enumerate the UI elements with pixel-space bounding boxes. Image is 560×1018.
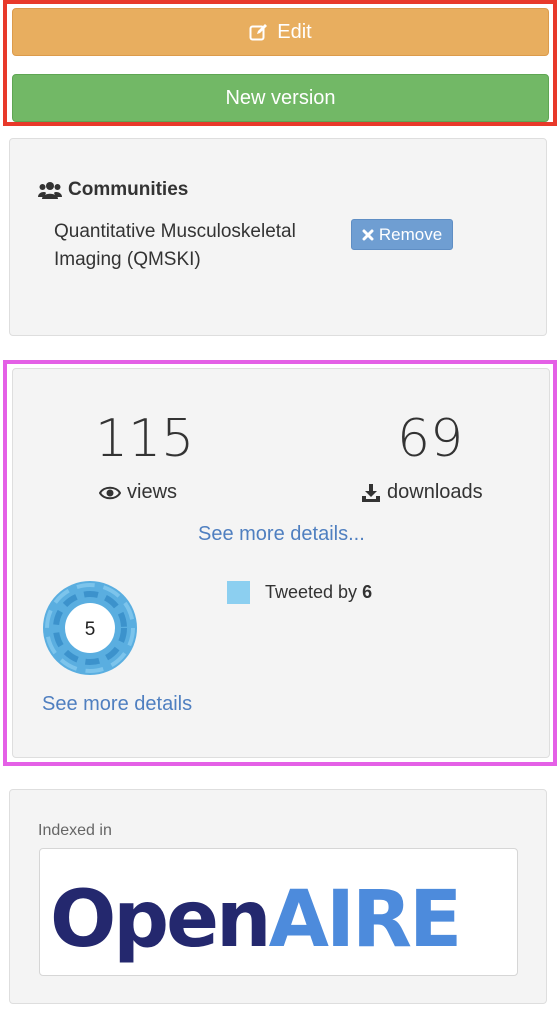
views-label: views — [127, 481, 178, 503]
downloads-label: downloads — [387, 481, 483, 503]
users-icon — [38, 182, 62, 199]
communities-panel: Communities Quantitative Musculoskeletal… — [9, 138, 547, 336]
altmetric-donut-icon: 5 — [43, 581, 137, 675]
communities-title: Communities — [68, 179, 189, 200]
openaire-logo-aire: AIRE — [269, 875, 460, 965]
remove-label: Remove — [378, 224, 443, 244]
indexed-in-label: Indexed in — [38, 822, 112, 839]
communities-heading: Communities — [38, 179, 188, 201]
new-version-button[interactable]: New version — [12, 74, 549, 122]
downloads-label-group: downloads — [361, 481, 483, 504]
altmetric-score: 5 — [85, 619, 96, 640]
altmetric-badge[interactable]: 5 — [41, 579, 139, 677]
eye-icon — [99, 486, 121, 499]
tweeted-prefix: Tweeted by — [265, 582, 358, 602]
tweeted-legend-swatch — [227, 581, 250, 604]
svg-text:OpenAIRE: OpenAIRE — [50, 875, 459, 965]
tweeted-by-text: Tweeted by 6 — [265, 582, 372, 603]
new-version-label: New version — [225, 86, 336, 109]
openaire-logo-open: Open — [50, 875, 269, 965]
stats-panel: 115 69 views downloads See more details.… — [12, 368, 550, 758]
edit-label: Edit — [277, 20, 312, 43]
edit-button[interactable]: Edit — [12, 8, 549, 56]
openaire-logo[interactable]: OpenAIRE — [39, 848, 518, 976]
views-label-group: views — [99, 481, 177, 504]
views-count: 115 — [95, 409, 195, 469]
tweeted-count: 6 — [362, 582, 373, 602]
remove-community-button[interactable]: Remove — [351, 219, 453, 250]
close-icon — [362, 229, 374, 240]
download-icon — [362, 483, 380, 502]
see-more-details-link[interactable]: See more details... — [198, 523, 365, 546]
openaire-logo-image: OpenAIRE — [50, 875, 462, 965]
altmetric-details-link[interactable]: See more details — [42, 693, 192, 716]
edit-icon — [249, 24, 268, 41]
indexed-in-panel: Indexed in OpenAIRE — [9, 789, 547, 1004]
stats-group: 115 69 views downloads See more details.… — [3, 360, 557, 766]
downloads-count: 69 — [397, 409, 464, 469]
community-name: Quantitative Musculoskeletal Imaging (QM… — [54, 221, 296, 270]
record-actions-group: Edit New version — [3, 0, 557, 126]
